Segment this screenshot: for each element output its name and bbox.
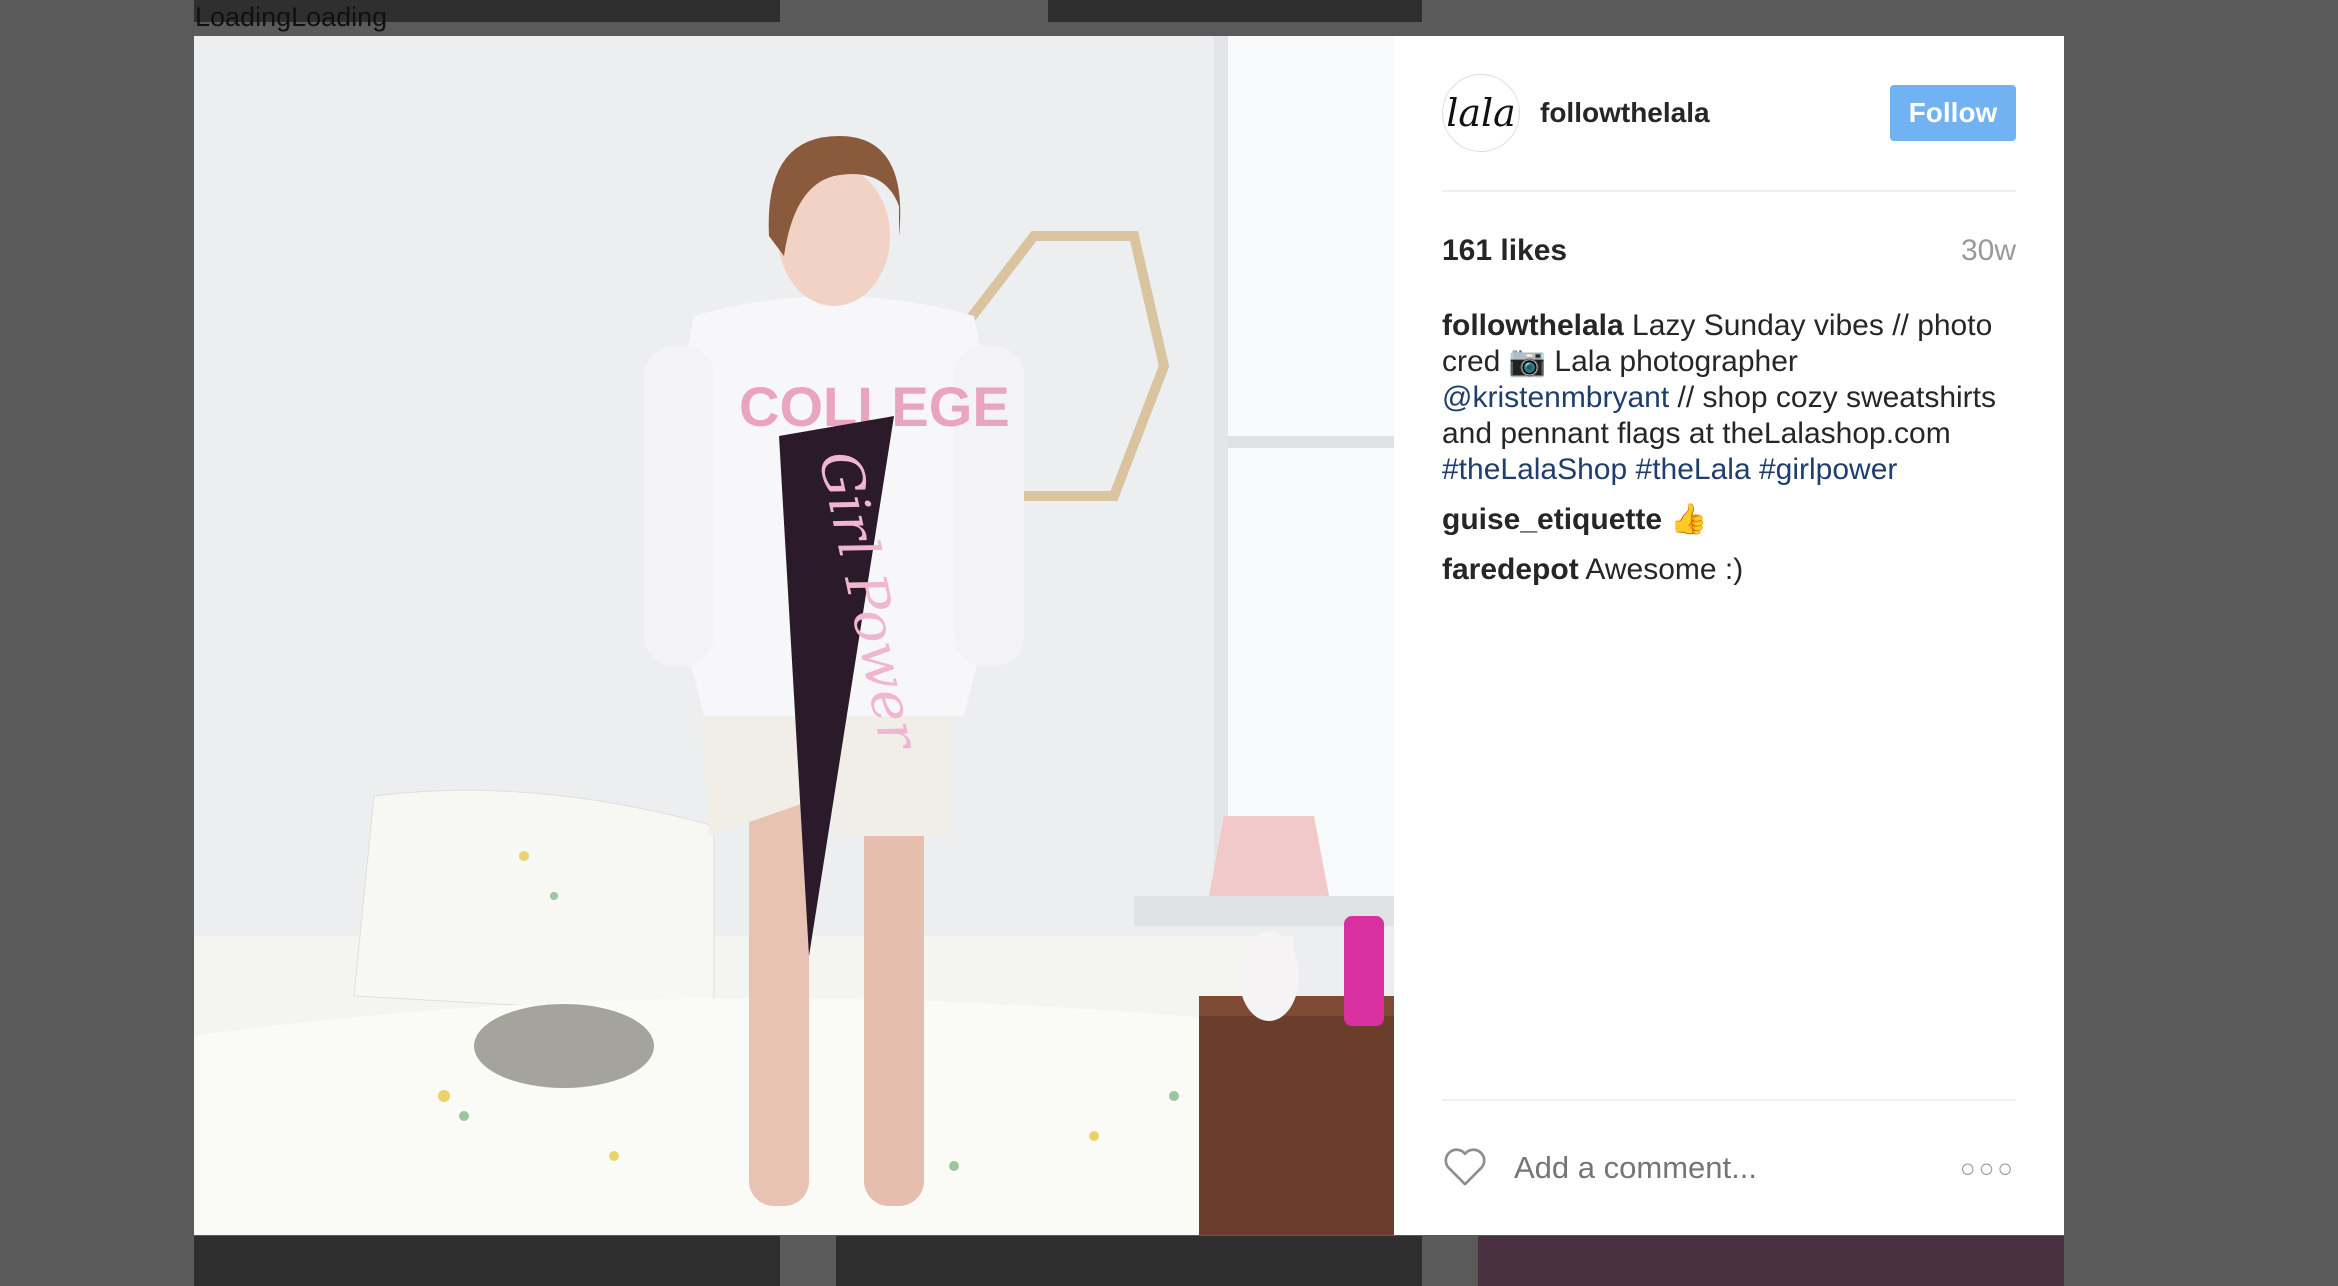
comment-text: Awesome :) [1585, 553, 1744, 586]
hashtag-link[interactable]: #girlpower [1759, 453, 1897, 486]
caption: followthelala Lazy Sunday vibes // photo… [1442, 308, 2016, 488]
comment-username[interactable]: guise_etiquette [1442, 503, 1662, 536]
more-options-icon[interactable]: ○○○ [1960, 1153, 2016, 1184]
loading-text: LoadingLoading [195, 2, 388, 32]
post-meta: 161 likes 30w [1442, 234, 2016, 268]
background-thumbnail [1478, 1236, 2064, 1286]
caption-username[interactable]: followthelala [1442, 309, 1624, 342]
comment-text: 👍 [1670, 503, 1708, 536]
background-thumbnail [194, 1236, 780, 1286]
comment-item: guise_etiquette 👍 [1442, 502, 2016, 538]
comment-input[interactable] [1512, 1149, 1960, 1187]
post-photo[interactable]: COLLEGE Girl Power [194, 36, 1394, 1235]
likes-count[interactable]: 161 likes [1442, 234, 1567, 268]
post-age[interactable]: 30w [1961, 234, 2016, 268]
background-thumbnail [1048, 0, 1422, 22]
post-modal: COLLEGE Girl Power lala followthelala Fo… [194, 36, 2064, 1235]
avatar[interactable]: lala [1442, 74, 1520, 152]
background-thumbnail [836, 1236, 1422, 1286]
comment-item: faredepot Awesome :) [1442, 552, 2016, 588]
hashtag-link[interactable]: #theLalaShop [1442, 453, 1627, 486]
photo-illustration: COLLEGE Girl Power [194, 36, 1394, 1235]
username-link[interactable]: followthelala [1540, 97, 1710, 129]
hashtag-link[interactable]: #theLala [1636, 453, 1751, 486]
post-header: lala followthelala Follow [1442, 36, 2016, 192]
mention-link[interactable]: @kristenmbryant [1442, 381, 1669, 414]
comment-bar: ○○○ [1442, 1099, 2016, 1235]
comments-section: followthelala Lazy Sunday vibes // photo… [1442, 308, 2016, 588]
post-sidebar: lala followthelala Follow 161 likes 30w … [1394, 36, 2064, 1235]
comment-username[interactable]: faredepot [1442, 553, 1579, 586]
heart-icon[interactable] [1442, 1145, 1488, 1192]
follow-button[interactable]: Follow [1890, 85, 2016, 141]
